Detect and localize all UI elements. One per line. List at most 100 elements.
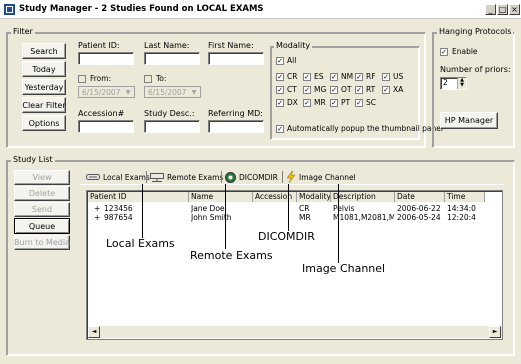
- column-header-name[interactable]: Name: [189, 192, 253, 202]
- tab-divider: [282, 171, 283, 183]
- modality-nm-checkbox[interactable]: ✓: [330, 73, 338, 81]
- modality-nm-label: NM: [341, 72, 354, 81]
- enable-hp-checkbox[interactable]: ✓: [440, 48, 448, 56]
- referring-md-label: Referring MD:: [208, 109, 263, 118]
- modality-es-checkbox[interactable]: ✓: [303, 73, 311, 81]
- modality-dx-checkbox[interactable]: ✓: [276, 99, 284, 107]
- scroll-right-icon[interactable]: ►: [489, 326, 501, 338]
- referring-md-input[interactable]: [208, 120, 264, 133]
- cell-patient-id: 987654: [104, 213, 133, 222]
- to-date-value: 6/15/2007: [148, 87, 187, 97]
- modality-dx-label: DX: [287, 98, 298, 107]
- clear-filter-button[interactable]: Clear Filter: [22, 97, 66, 113]
- column-header-patient-id[interactable]: Patient ID: [88, 192, 189, 202]
- lightning-icon: [286, 171, 296, 183]
- study-table[interactable]: Patient ID Name Accession Modality Descripti…: [86, 190, 503, 340]
- study-list-label: Study List: [11, 155, 55, 164]
- priors-value: 2: [443, 78, 448, 87]
- expand-icon[interactable]: +: [94, 204, 100, 213]
- modality-rf-label: RF: [366, 72, 376, 81]
- scroll-left-icon[interactable]: ◄: [88, 326, 100, 338]
- modality-rt-checkbox[interactable]: ✓: [355, 86, 363, 94]
- modality-ct-checkbox[interactable]: ✓: [276, 86, 284, 94]
- modality-all-label: All: [287, 56, 297, 65]
- from-checkbox[interactable]: [78, 75, 86, 83]
- tab-divider: [146, 171, 147, 183]
- from-date-picker[interactable]: 6/15/2007 ▼: [78, 86, 135, 98]
- accession-input[interactable]: [78, 120, 134, 133]
- burn-to-media-button[interactable]: Burn to Media: [14, 235, 70, 250]
- accession-label: Accession#: [78, 109, 125, 118]
- close-button[interactable]: ×: [509, 4, 520, 15]
- send-button[interactable]: Send: [14, 202, 70, 217]
- cell-time: 12:20:4: [447, 213, 476, 222]
- tab-remote-exams[interactable]: Remote Exams: [150, 170, 223, 184]
- to-checkbox[interactable]: [144, 75, 152, 83]
- cell-date: 2006-06-22: [397, 204, 441, 213]
- last-name-label: Last Name:: [144, 41, 190, 50]
- modality-ot-checkbox[interactable]: ✓: [330, 86, 338, 94]
- patient-id-input[interactable]: [78, 52, 134, 65]
- today-button[interactable]: Today: [22, 61, 66, 77]
- cell-description: M1081,M2081,M2281: [333, 213, 394, 222]
- options-button[interactable]: Options: [22, 115, 66, 131]
- column-header-accession[interactable]: Accession: [253, 192, 297, 202]
- maximize-button[interactable]: □: [497, 4, 508, 15]
- modality-rf-checkbox[interactable]: ✓: [355, 73, 363, 81]
- column-header-modality[interactable]: Modality: [297, 192, 331, 202]
- table-row[interactable]: +987654 John Smith MR M1081,M2081,M22812006…: [88, 213, 502, 222]
- chevron-down-icon: ▼: [191, 89, 197, 96]
- modality-mg-checkbox[interactable]: ✓: [303, 86, 311, 94]
- modality-pt-checkbox[interactable]: ✓: [330, 99, 338, 107]
- expand-icon[interactable]: +: [94, 213, 100, 222]
- horizontal-scrollbar[interactable]: ◄ ►: [88, 325, 502, 338]
- cell-modality: MR: [299, 213, 311, 222]
- modality-cr-label: CR: [287, 72, 298, 81]
- to-date-picker[interactable]: 6/15/2007 ▼: [144, 86, 201, 98]
- study-desc-label: Study Desc.:: [144, 109, 195, 118]
- first-name-label: First Name:: [208, 41, 254, 50]
- tab-divider: [221, 171, 222, 183]
- queue-button[interactable]: Queue: [14, 218, 70, 234]
- column-header-date[interactable]: Date: [395, 192, 445, 202]
- tab-local-exams[interactable]: Local Exams: [86, 170, 150, 184]
- annotation-image-channel: Image Channel: [302, 262, 386, 275]
- modality-group-label: Modality: [274, 41, 313, 50]
- cell-name: John Smith: [191, 213, 232, 222]
- modality-ot-label: OT: [341, 85, 352, 94]
- cell-date: 2006-05-24: [397, 213, 441, 222]
- priors-spinner[interactable]: 2 ▲ ▼: [440, 77, 467, 90]
- callout-line-local: [142, 184, 143, 238]
- modality-xa-checkbox[interactable]: ✓: [382, 86, 390, 94]
- hp-manager-button[interactable]: HP Manager: [440, 112, 498, 129]
- annotation-local-exams: Local Exams: [106, 237, 175, 250]
- first-name-input[interactable]: [208, 52, 264, 65]
- search-button[interactable]: Search: [22, 43, 66, 59]
- view-button[interactable]: View: [14, 170, 70, 185]
- tab-dicomdir[interactable]: DICOMDIR: [225, 170, 278, 184]
- from-label: From:: [90, 74, 112, 83]
- last-name-input[interactable]: [144, 52, 200, 65]
- delete-button[interactable]: Delete: [14, 186, 70, 201]
- hanging-protocols-label: Hanging Protocols: [437, 27, 514, 36]
- minimize-button[interactable]: _: [485, 4, 496, 15]
- study-desc-input[interactable]: [144, 120, 200, 133]
- table-row[interactable]: +123456 Jane Doe CR Pelvis 2006-06-22 14:34:0: [88, 204, 502, 213]
- modality-ct-label: CT: [287, 85, 297, 94]
- auto-popup-checkbox[interactable]: ✓: [276, 125, 284, 133]
- tab-remote-exams-label: Remote Exams: [167, 172, 224, 182]
- modality-us-checkbox[interactable]: ✓: [382, 73, 390, 81]
- auto-popup-label: Automatically popup the thumbnail panel: [287, 124, 443, 133]
- column-header-time[interactable]: Time: [445, 192, 485, 202]
- modality-mr-checkbox[interactable]: ✓: [303, 99, 311, 107]
- modality-cr-checkbox[interactable]: ✓: [276, 73, 284, 81]
- yesterday-button[interactable]: Yesterday: [22, 79, 66, 95]
- cell-modality: CR: [299, 204, 310, 213]
- title-bar[interactable]: Study Manager - 2 Studies Found on LOCAL…: [0, 0, 521, 19]
- tab-image-channel[interactable]: Image Channel: [286, 170, 356, 184]
- modality-sc-checkbox[interactable]: ✓: [355, 99, 363, 107]
- modality-all-checkbox[interactable]: ✓: [276, 57, 284, 65]
- modality-pt-label: PT: [341, 98, 351, 107]
- modality-us-label: US: [393, 72, 404, 81]
- column-header-description[interactable]: Description: [331, 192, 395, 202]
